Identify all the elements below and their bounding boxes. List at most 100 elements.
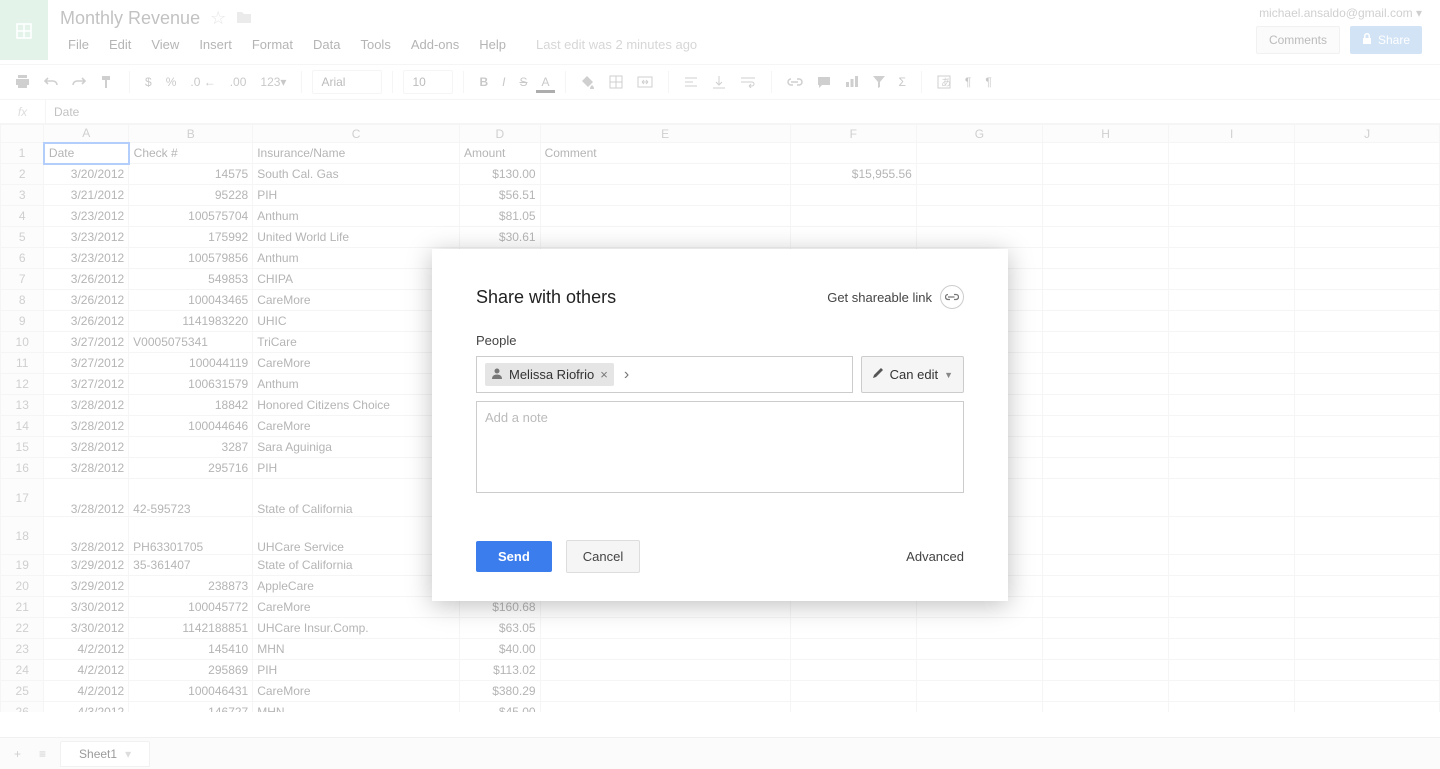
currency-icon[interactable]: $	[140, 71, 157, 93]
row-number[interactable]: 6	[1, 248, 44, 269]
cell[interactable]: 1142188851	[129, 618, 253, 639]
cell[interactable]	[1295, 555, 1440, 576]
cell[interactable]: MHN	[253, 702, 460, 713]
chip-remove-icon[interactable]: ×	[600, 367, 608, 382]
col-header-H[interactable]: H	[1042, 125, 1168, 143]
row-number[interactable]: 23	[1, 639, 44, 660]
cell[interactable]	[790, 618, 916, 639]
fill-color-icon[interactable]	[576, 71, 600, 93]
cell[interactable]: 295869	[129, 660, 253, 681]
comments-button[interactable]: Comments	[1256, 26, 1340, 54]
cell[interactable]: 14575	[129, 164, 253, 185]
advanced-link[interactable]: Advanced	[906, 549, 964, 564]
cell[interactable]	[1042, 437, 1168, 458]
sheet-tab[interactable]: Sheet1 ▾	[60, 741, 150, 767]
row-number[interactable]: 3	[1, 185, 44, 206]
row-number[interactable]: 4	[1, 206, 44, 227]
cell[interactable]	[1295, 353, 1440, 374]
cell[interactable]	[1169, 353, 1295, 374]
cell[interactable]: 3/30/2012	[44, 618, 129, 639]
cell[interactable]	[1042, 353, 1168, 374]
document-title[interactable]: Monthly Revenue	[60, 8, 200, 29]
cell[interactable]: $40.00	[459, 639, 540, 660]
ime-icon[interactable]: あ	[932, 71, 956, 93]
cell[interactable]	[916, 164, 1042, 185]
cell[interactable]	[540, 618, 790, 639]
row-number[interactable]: 7	[1, 269, 44, 290]
cell[interactable]: 100044119	[129, 353, 253, 374]
cell[interactable]	[1295, 227, 1440, 248]
cell[interactable]	[1295, 458, 1440, 479]
menu-file[interactable]: File	[60, 35, 97, 54]
cell[interactable]	[1169, 660, 1295, 681]
cell[interactable]: 100044646	[129, 416, 253, 437]
cell[interactable]: 3/30/2012	[44, 597, 129, 618]
text-wrap-icon[interactable]	[735, 72, 761, 92]
percent-icon[interactable]: %	[161, 71, 182, 93]
all-sheets-button[interactable]: ≡	[35, 743, 50, 765]
cell[interactable]	[540, 639, 790, 660]
cell[interactable]	[1169, 618, 1295, 639]
cell[interactable]: 3/23/2012	[44, 227, 129, 248]
cell[interactable]	[1295, 248, 1440, 269]
cell[interactable]	[540, 185, 790, 206]
insert-link-icon[interactable]	[782, 73, 808, 91]
cell[interactable]	[916, 143, 1042, 164]
cell[interactable]: 4/2/2012	[44, 681, 129, 702]
col-header-I[interactable]: I	[1169, 125, 1295, 143]
undo-icon[interactable]	[39, 72, 63, 92]
cell[interactable]	[1295, 311, 1440, 332]
cell[interactable]	[1042, 639, 1168, 660]
cell[interactable]	[1042, 164, 1168, 185]
cell[interactable]	[1295, 374, 1440, 395]
cell[interactable]: 42-595723	[129, 479, 253, 517]
cell[interactable]: $56.51	[459, 185, 540, 206]
paint-format-icon[interactable]	[95, 71, 119, 93]
sheet-tab-dropdown-icon[interactable]: ▾	[125, 747, 131, 761]
cell[interactable]	[1169, 702, 1295, 713]
cell[interactable]	[1295, 206, 1440, 227]
cell[interactable]: $81.05	[459, 206, 540, 227]
cell[interactable]: 3/28/2012	[44, 437, 129, 458]
cell[interactable]: Sara Aguiniga	[253, 437, 460, 458]
cell[interactable]	[1169, 164, 1295, 185]
cell[interactable]	[1042, 143, 1168, 164]
cell[interactable]: CareMore	[253, 290, 460, 311]
cell[interactable]: AppleCare	[253, 576, 460, 597]
cell[interactable]: 35-361407	[129, 555, 253, 576]
cell[interactable]	[1295, 416, 1440, 437]
insert-comment-icon[interactable]	[812, 72, 836, 93]
cell[interactable]	[1169, 227, 1295, 248]
font-family-select[interactable]: Arial	[312, 70, 382, 94]
cell[interactable]	[1169, 681, 1295, 702]
cell[interactable]	[1169, 458, 1295, 479]
people-input[interactable]: Melissa Riofrio × ›	[476, 356, 853, 393]
vertical-align-icon[interactable]	[707, 71, 731, 93]
cell[interactable]: 3/28/2012	[44, 458, 129, 479]
cell[interactable]	[1295, 437, 1440, 458]
cell[interactable]	[1169, 639, 1295, 660]
cell[interactable]	[790, 660, 916, 681]
col-header-C[interactable]: C	[253, 125, 460, 143]
cell[interactable]: 3/23/2012	[44, 206, 129, 227]
menu-format[interactable]: Format	[244, 35, 301, 54]
cell[interactable]: 100043465	[129, 290, 253, 311]
cell[interactable]	[1295, 185, 1440, 206]
cell[interactable]	[1295, 395, 1440, 416]
row-number[interactable]: 24	[1, 660, 44, 681]
cell[interactable]	[1169, 206, 1295, 227]
cell[interactable]	[540, 681, 790, 702]
borders-icon[interactable]	[604, 71, 628, 93]
filter-icon[interactable]	[868, 72, 890, 92]
row-number[interactable]: 13	[1, 395, 44, 416]
cell[interactable]	[1042, 248, 1168, 269]
cell[interactable]	[916, 702, 1042, 713]
cell[interactable]	[1042, 227, 1168, 248]
row-number[interactable]: 14	[1, 416, 44, 437]
row-number[interactable]: 10	[1, 332, 44, 353]
cell[interactable]: 3/26/2012	[44, 290, 129, 311]
row-number[interactable]: 12	[1, 374, 44, 395]
cell[interactable]: MHN	[253, 639, 460, 660]
cell[interactable]	[1295, 597, 1440, 618]
cell[interactable]: 3/28/2012	[44, 479, 129, 517]
